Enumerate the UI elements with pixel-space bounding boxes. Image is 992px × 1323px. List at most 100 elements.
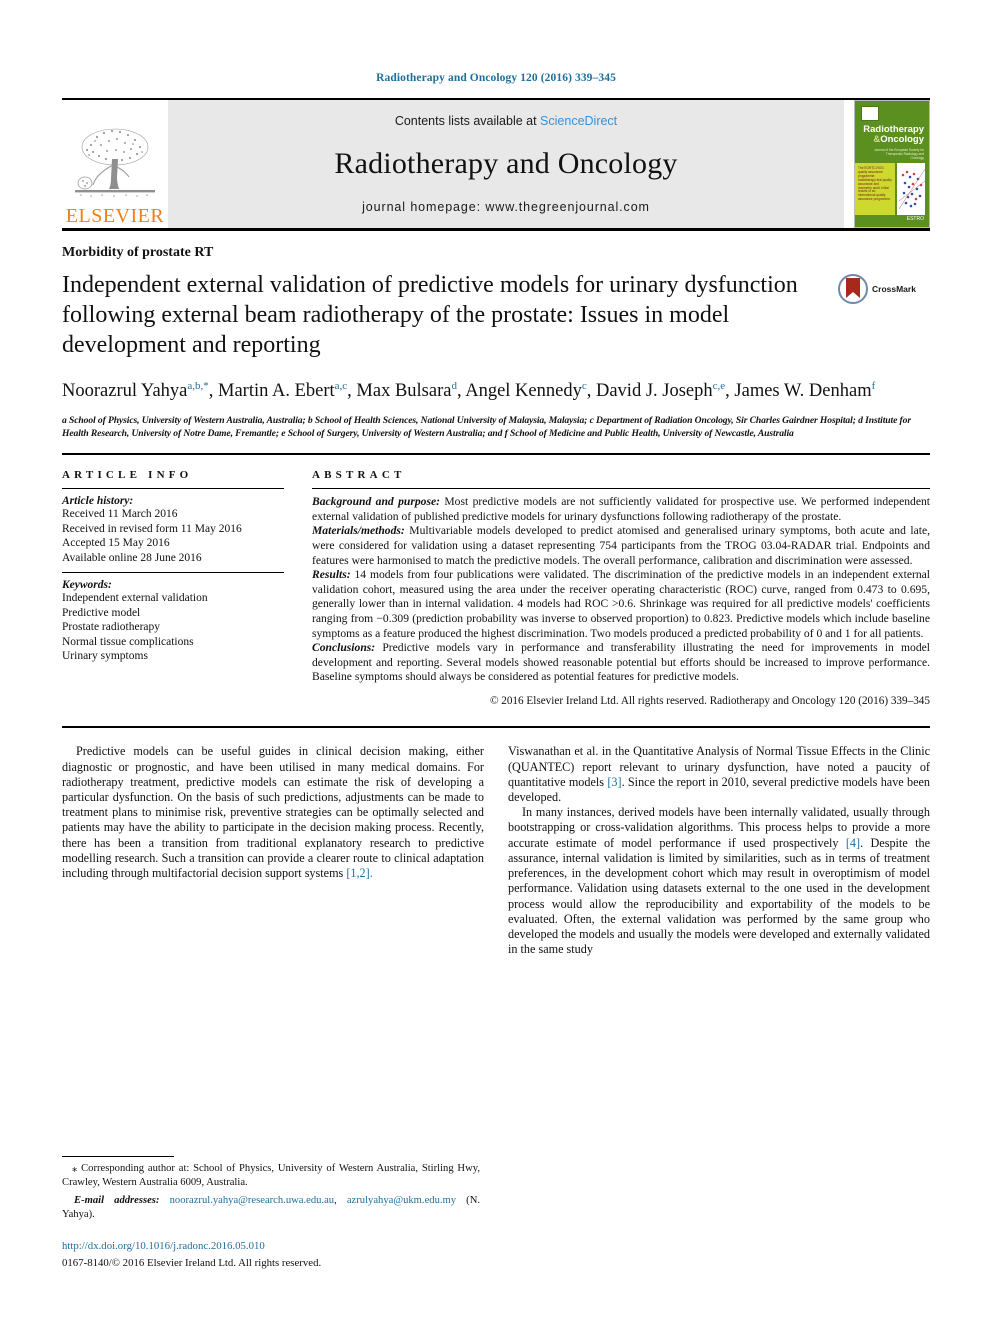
reference-link[interactable]: [4] xyxy=(846,836,860,850)
body-column-left: Predictive models can be useful guides i… xyxy=(62,744,484,957)
author-item: Angel Kennedyc xyxy=(465,380,587,402)
keywords-block: Keywords: Independent external validatio… xyxy=(62,579,284,664)
article-info-heading: ARTICLE INFO xyxy=(62,469,193,482)
body-paragraph-text: . Despite the assurance, internal valida… xyxy=(508,835,930,957)
cover-subtitle: Journal of the European Society for Ther… xyxy=(874,148,924,160)
issn-copyright: 0167-8140/© 2016 Elsevier Ireland Ltd. A… xyxy=(62,1257,322,1269)
footnote-rule xyxy=(62,1156,174,1158)
sciencedirect-link[interactable]: ScienceDirect xyxy=(540,114,617,128)
article-info-rule xyxy=(62,488,284,490)
article-history-label: Article history: xyxy=(62,495,134,508)
reference-link[interactable]: [1,2]. xyxy=(346,866,372,880)
author-name: Martin A. Ebert xyxy=(218,381,335,402)
history-item: Received 11 March 2016 xyxy=(62,508,178,521)
email-note: E-mail addresses: noorazrul.yahya@resear… xyxy=(62,1194,480,1221)
author-item: James W. Denhamf xyxy=(734,380,876,401)
title-row: Independent external validation of predi… xyxy=(62,270,930,360)
contents-lists-line: Contents lists available at ScienceDirec… xyxy=(395,114,617,128)
abstract-section: Background and purpose: Most predictive … xyxy=(312,495,930,524)
body-columns: Predictive models can be useful guides i… xyxy=(62,744,930,957)
abstract-section-label: Conclusions: xyxy=(312,641,376,655)
email-link-1[interactable]: noorazrul.yahya@research.uwa.edu.au xyxy=(170,1195,334,1206)
abstract-copyright: © 2016 Elsevier Ireland Ltd. All rights … xyxy=(489,694,930,707)
keywords-label: Keywords: xyxy=(62,579,112,592)
masthead-bottom-rule xyxy=(62,228,930,231)
body-paragraph-text: Predictive models can be useful guides i… xyxy=(62,744,484,881)
footnote-area: ⁎ Corresponding author at: School of Phy… xyxy=(62,1156,480,1271)
abstract-section: Materials/methods: Multivariable models … xyxy=(312,524,930,568)
email-label: E-mail addresses: xyxy=(74,1195,160,1207)
cover-title: Radiotherapy &Oncology xyxy=(855,125,924,145)
author-name: Angel Kennedy xyxy=(465,381,582,402)
article-history-block: Article history: Received 11 March 2016 … xyxy=(62,495,284,565)
keyword-item: Urinary symptoms xyxy=(62,650,148,663)
abstract-rule xyxy=(312,488,930,490)
author-affiliation-marker: c xyxy=(581,380,587,392)
cover-title-line2: Oncology xyxy=(880,134,924,145)
history-item: Received in revised form 11 May 2016 xyxy=(62,522,242,535)
corresponding-author-text: Corresponding author at: School of Physi… xyxy=(62,1163,480,1188)
journal-title: Radiotherapy and Oncology xyxy=(334,147,678,180)
running-head[interactable]: Radiotherapy and Oncology 120 (2016) 339… xyxy=(62,0,930,84)
journal-homepage-link[interactable]: journal homepage: www.thegreenjournal.co… xyxy=(362,200,650,214)
author-name: David J. Joseph xyxy=(595,381,713,402)
email-separator: , xyxy=(334,1195,347,1207)
author-name: Max Bulsara xyxy=(356,381,452,402)
body-paragraph: In many instances, derived models have b… xyxy=(508,805,930,957)
crossmark-icon xyxy=(838,274,868,304)
affiliations: a School of Physics, University of Weste… xyxy=(62,415,911,440)
keyword-item: Normal tissue complications xyxy=(62,635,194,648)
abstract-bottom-rule xyxy=(62,726,930,729)
author-affiliation-marker: f xyxy=(871,380,876,392)
abstract-heading: ABSTRACT xyxy=(312,469,406,482)
keyword-item: Independent external validation xyxy=(62,592,208,605)
keywords-rule xyxy=(62,572,284,574)
abstract-section-text: 14 models from four publications were va… xyxy=(312,568,930,640)
email-link-2[interactable]: azrulyahya@ukm.edu.my xyxy=(347,1195,456,1206)
abstract-section-label: Materials/methods: xyxy=(312,524,405,538)
section-kicker: Morbidity of prostate RT xyxy=(62,245,214,260)
cover-panel-text: The EORTC‑ROG quality assurance programm… xyxy=(858,166,892,202)
author-item: Martin A. Eberta,c xyxy=(218,380,348,402)
elsevier-wordmark: ELSEVIER xyxy=(65,205,165,227)
abstract-column: ABSTRACT Background and purpose: Most pr… xyxy=(312,469,930,708)
crossmark-label: CrossMark xyxy=(872,284,916,294)
body-paragraph: Viswanathan et al. in the Quantitative A… xyxy=(508,744,930,805)
contents-prefix: Contents lists available at xyxy=(394,114,541,128)
doi-block: http://dx.doi.org/10.1016/j.radonc.2016.… xyxy=(62,1239,480,1271)
body-column-right: Viswanathan et al. in the Quantitative A… xyxy=(508,744,930,957)
reference-link[interactable]: [3] xyxy=(607,775,621,789)
author-affiliation-marker: c,e xyxy=(712,380,726,392)
author-affiliation-marker: a,b,* xyxy=(187,380,209,392)
elsevier-tree-icon xyxy=(75,128,155,197)
author-affiliation-marker: a,c xyxy=(334,380,348,392)
doi-link[interactable]: http://dx.doi.org/10.1016/j.radonc.2016.… xyxy=(62,1239,480,1253)
author-item: Max Bulsarad xyxy=(356,380,457,402)
abstract-section-text: Predictive models vary in performance an… xyxy=(312,641,930,684)
abstract-section-label: Background and purpose: xyxy=(312,495,440,509)
abstract-section: Results: 14 models from four publication… xyxy=(312,568,930,641)
cover-yellow-panel: The EORTC‑ROG quality assurance programm… xyxy=(855,163,895,215)
cover-figure-panel xyxy=(897,163,926,215)
abstract-section-label: Results: xyxy=(312,568,351,582)
elsevier-logo: ELSEVIER xyxy=(62,100,168,228)
journal-masthead: ELSEVIER Contents lists available at Sci… xyxy=(62,98,930,228)
article-page: Radiotherapy and Oncology 120 (2016) 339… xyxy=(0,0,992,1323)
history-item: Accepted 15 May 2016 xyxy=(62,537,170,550)
author-name: Noorazrul Yahya xyxy=(62,381,188,402)
crossmark-badge[interactable]: CrossMark xyxy=(838,270,930,304)
author-item: David J. Josephc,e xyxy=(595,380,726,402)
abstract-section: Conclusions: Predictive models vary in p… xyxy=(312,641,930,685)
cover-publisher-mark xyxy=(861,106,879,121)
author-list: Noorazrul Yahyaa,b,*, Martin A. Eberta,c… xyxy=(62,380,876,402)
cover-scatter-figure xyxy=(898,168,926,210)
abstract-section-text: Multivariable models developed to predic… xyxy=(312,524,930,567)
page-title: Independent external validation of predi… xyxy=(62,272,798,358)
journal-cover-thumbnail[interactable]: Radiotherapy &Oncology Journal of the Eu… xyxy=(854,100,930,228)
abstract-body: Background and purpose: Most predictive … xyxy=(312,495,930,708)
corresponding-author-note: ⁎ Corresponding author at: School of Phy… xyxy=(62,1162,480,1189)
author-item: Noorazrul Yahyaa,b,* xyxy=(62,380,209,402)
info-abstract-section: ARTICLE INFO Article history: Received 1… xyxy=(62,469,930,708)
body-paragraph: Predictive models can be useful guides i… xyxy=(62,744,484,881)
keyword-item: Predictive model xyxy=(62,606,141,619)
